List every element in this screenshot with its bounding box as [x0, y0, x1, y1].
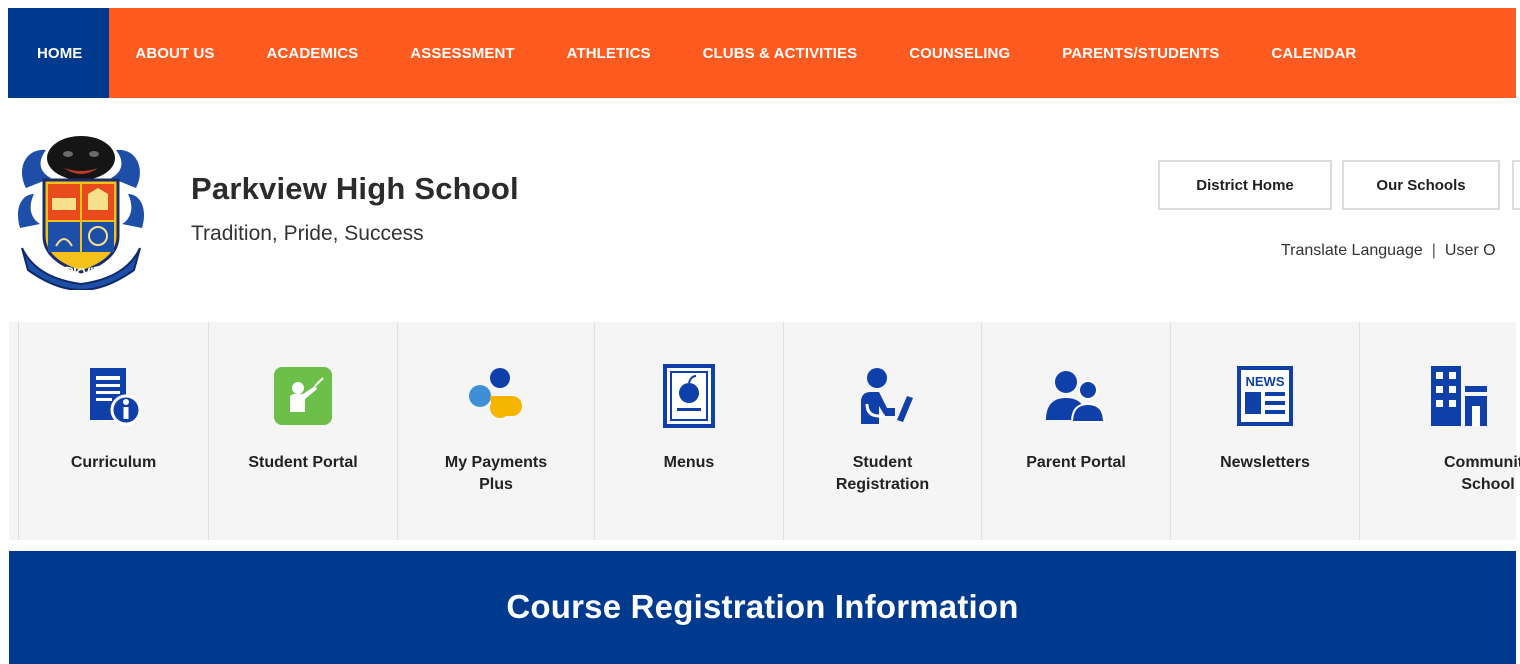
quick-link-label: My Payments Plus [444, 454, 548, 493]
menu-apple-icon [657, 364, 721, 428]
quick-link-label: Student Registration [835, 454, 930, 493]
nav-item-parents-students[interactable]: PARENTS/STUDENTS [1036, 8, 1245, 98]
user-options-link[interactable]: User O [1445, 242, 1496, 259]
nav-item-about-us[interactable]: ABOUT US [109, 8, 240, 98]
nav-item-home[interactable]: HOME [8, 8, 110, 98]
util-separator: | [1431, 242, 1436, 259]
nav-item-calendar[interactable]: CALENDAR [1245, 8, 1382, 98]
nav-item-academics[interactable]: ACADEMICS [241, 8, 385, 98]
quick-link-label: Curriculum [70, 454, 157, 471]
quick-links-edge [9, 322, 19, 540]
quick-link-label: Menus [663, 454, 715, 471]
quick-link-student-portal[interactable]: Student Portal [209, 322, 398, 540]
header-button-cut-off[interactable] [1512, 160, 1520, 210]
quick-link-newsletters[interactable]: NEWS Newsletters [1171, 322, 1360, 540]
svg-text:NEWS: NEWS [1246, 374, 1285, 389]
nav-item-athletics[interactable]: ATHLETICS [541, 8, 677, 98]
utility-links: Translate Language | User O [1281, 242, 1496, 260]
newsletter-icon: NEWS [1233, 364, 1297, 428]
curriculum-info-icon [82, 364, 146, 428]
quick-link-community-school[interactable]: CommunitySchool [1360, 322, 1520, 540]
banner-title: Course Registration Information [506, 587, 1019, 625]
quick-link-my-payments-plus[interactable]: My Payments Plus [398, 322, 595, 540]
school-crest-logo[interactable]: PARKVIEW [16, 128, 146, 292]
quick-link-curriculum[interactable]: Curriculum [19, 322, 209, 540]
quick-link-label: Student Portal [248, 454, 358, 471]
student-portal-icon [271, 364, 335, 428]
course-registration-banner: Course Registration Information [9, 551, 1516, 664]
community-building-icon [1425, 364, 1489, 428]
translate-language-link[interactable]: Translate Language [1281, 242, 1423, 259]
student-registration-icon [851, 364, 915, 428]
quick-link-label: CommunitySchool [1444, 454, 1520, 493]
quick-link-parent-portal[interactable]: Parent Portal [982, 322, 1171, 540]
nav-item-assessment[interactable]: ASSESSMENT [384, 8, 540, 98]
quick-link-menus[interactable]: Menus [595, 322, 784, 540]
school-tagline: Tradition, Pride, Success [191, 222, 424, 245]
school-name[interactable]: Parkview High School [191, 171, 519, 207]
nav-item-counseling[interactable]: COUNSELING [883, 8, 1036, 98]
nav-item-clubs-activities[interactable]: CLUBS & ACTIVITIES [677, 8, 884, 98]
payments-plus-icon [464, 364, 528, 428]
parent-portal-icon [1044, 364, 1108, 428]
our-schools-button[interactable]: Our Schools [1342, 160, 1500, 210]
quick-link-label: Newsletters [1220, 454, 1310, 471]
quick-link-student-registration[interactable]: Student Registration [784, 322, 982, 540]
quick-link-label: Parent Portal [1026, 454, 1126, 471]
district-home-button[interactable]: District Home [1158, 160, 1332, 210]
quick-links-bar: Curriculum Student Portal My Payments Plu… [9, 322, 1520, 540]
top-nav: HOME ABOUT US ACADEMICS ASSESSMENT ATHLE… [8, 8, 1516, 98]
